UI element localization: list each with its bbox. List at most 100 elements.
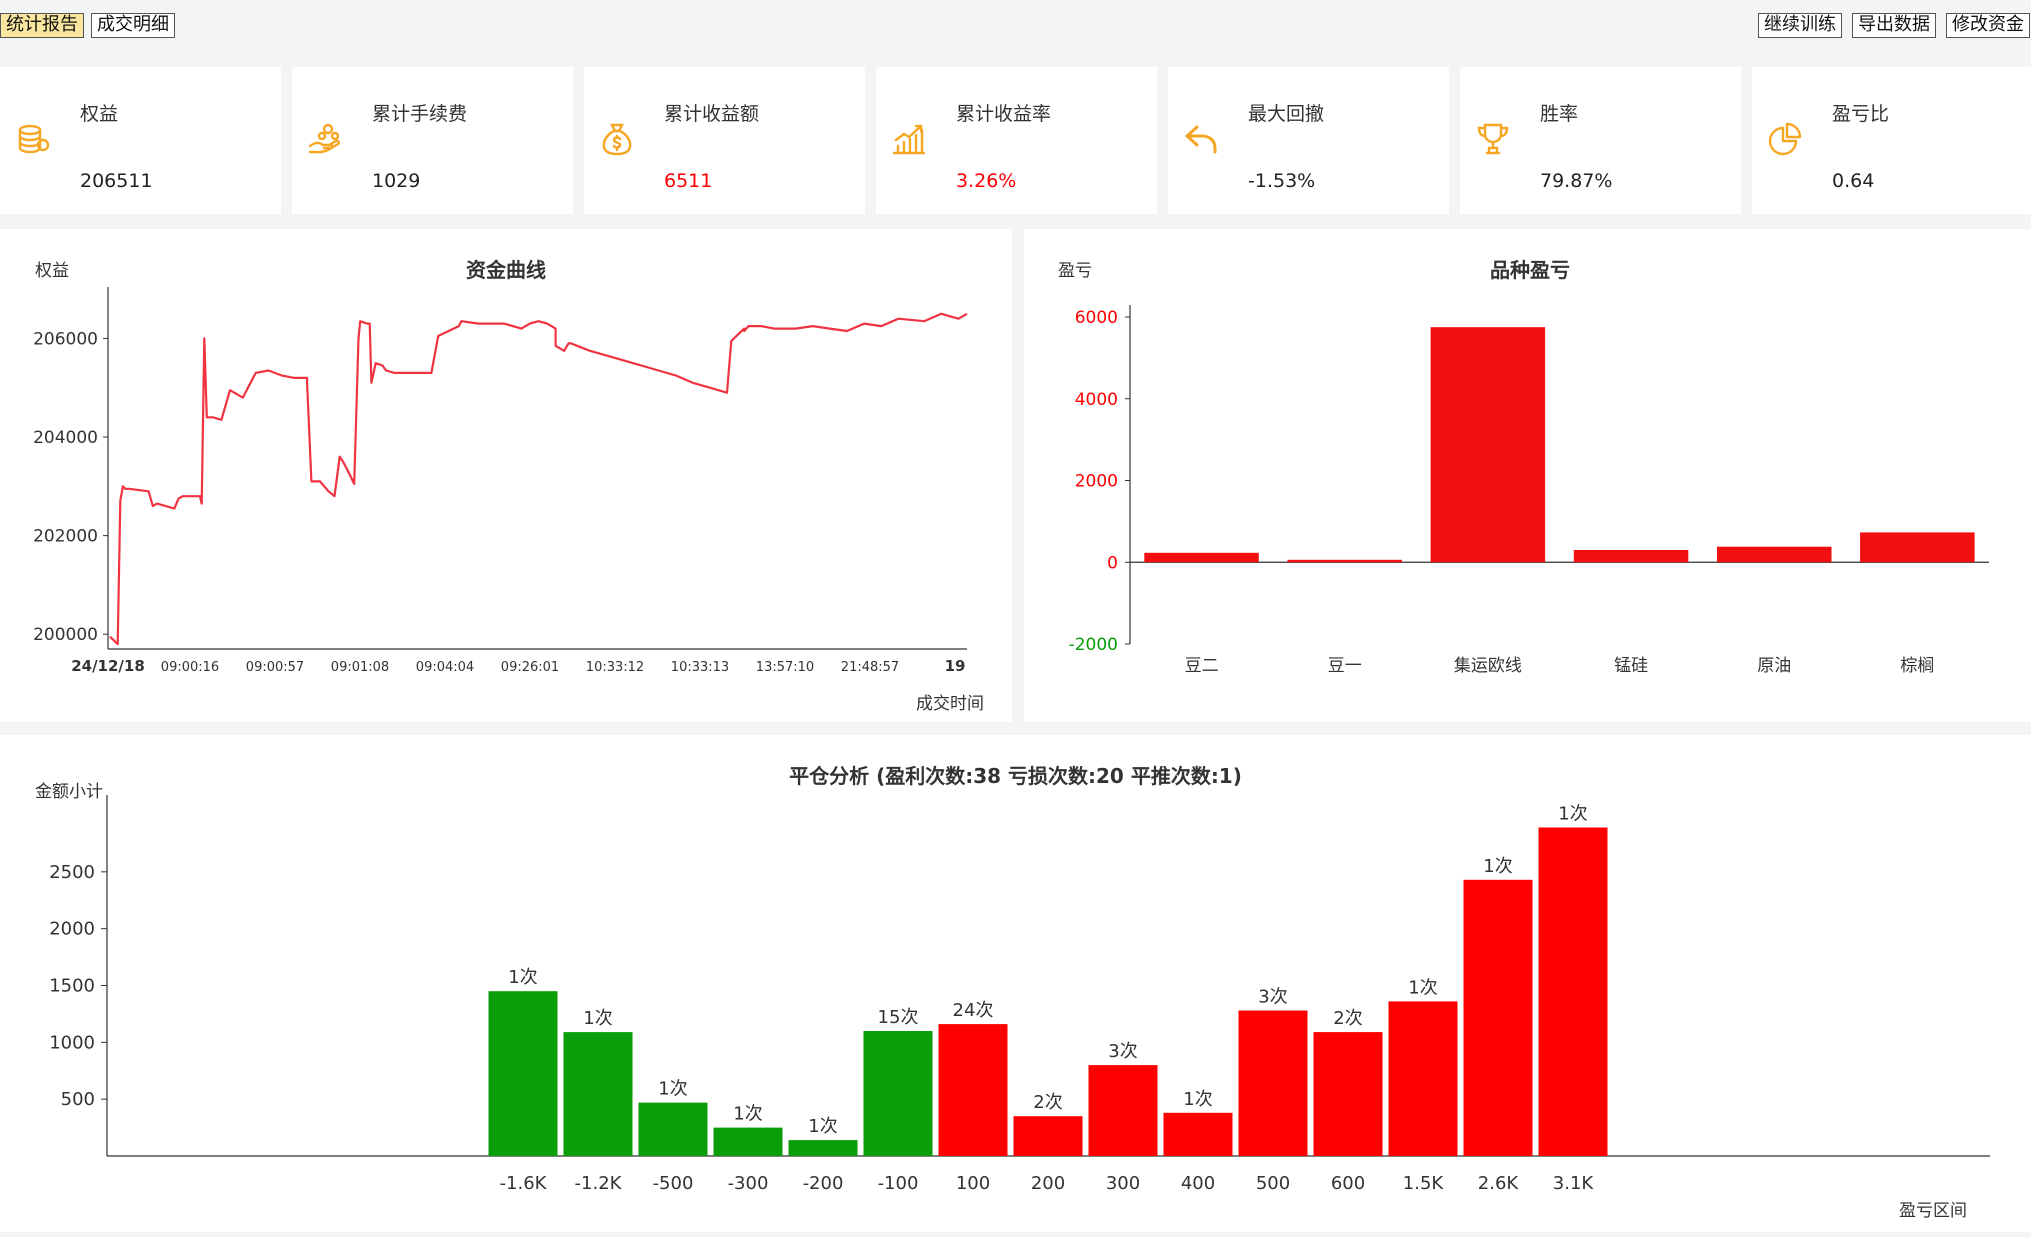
- x-category-label: 2.6K: [1478, 1173, 1520, 1194]
- tab-trade-details[interactable]: 成交明细: [91, 13, 175, 38]
- stat-value: 6511: [664, 170, 713, 192]
- close-range-bar: [1313, 1032, 1383, 1156]
- stat-card-profit-loss-ratio: 盈亏比 0.64: [1752, 67, 2031, 214]
- x-category-label: -200: [803, 1173, 844, 1194]
- bar-count-label: 1次: [733, 1104, 762, 1125]
- x-tick-label: 24/12/18: [71, 657, 145, 675]
- close-range-bar: [713, 1127, 783, 1156]
- x-category-label: 1.5K: [1403, 1173, 1445, 1194]
- variety-bar: [1430, 327, 1546, 563]
- stat-card-total-profit: 累计收益额 6511: [584, 67, 865, 214]
- close-range-bar: [863, 1031, 933, 1156]
- export-data-button[interactable]: 导出数据: [1852, 13, 1936, 38]
- close-range-bar: [938, 1024, 1008, 1156]
- equity-curve-chart: 200000 202000 204000 206000 24/12/18 09:00:16…: [33, 287, 968, 675]
- y-tick-label: 1000: [49, 1032, 95, 1053]
- stat-label: 胜率: [1540, 103, 1579, 125]
- y-tick-label: 200000: [33, 625, 98, 645]
- bar-count-label: 1次: [658, 1079, 687, 1100]
- y-tick-label: -2000: [1069, 635, 1118, 655]
- stat-value: 0.64: [1832, 170, 1875, 192]
- tab-statistics-report[interactable]: 统计报告: [0, 13, 84, 38]
- x-tick-label: 09:01:08: [331, 660, 389, 675]
- variety-bar: [1860, 532, 1975, 563]
- equity-curve-panel: 权益 资金曲线 成交时间 200000 202000 204000 206000 24/…: [0, 229, 1012, 722]
- x-tick-label: 10:33:13: [671, 660, 729, 675]
- stat-label: 最大回撤: [1248, 103, 1325, 125]
- x-category-label: 豆一: [1328, 656, 1362, 676]
- equity-series-line: [109, 312, 968, 646]
- stat-label: 累计收益率: [956, 103, 1052, 125]
- y-tick-label: 2000: [49, 919, 95, 940]
- y-tick-label: 2500: [49, 862, 95, 883]
- toolbar: 统计报告 成交明细 继续训练 导出数据 修改资金: [0, 0, 2031, 48]
- x-category-label: 100: [956, 1173, 990, 1194]
- modify-funds-button[interactable]: 修改资金: [1946, 13, 2030, 38]
- bar-count-label: 1次: [1408, 977, 1437, 998]
- x-category-label: 锰硅: [1614, 656, 1648, 676]
- bar-count-label: 1次: [808, 1116, 837, 1137]
- close-range-bar: [488, 991, 558, 1156]
- x-category-label: 豆二: [1185, 656, 1219, 676]
- x-category-label: 棕榈: [1900, 656, 1934, 676]
- bar-count-label: 15次: [878, 1007, 919, 1028]
- y-tick-label: 1500: [49, 976, 95, 997]
- stats-bar: 权益 206511 累计手续费 1029 累计收益额 6511 累计收益率 3.…: [0, 67, 2031, 214]
- x-tick-label: 09:00:16: [161, 660, 219, 675]
- x-category-label: 集运欧线: [1454, 656, 1522, 676]
- x-category-label: 500: [1256, 1173, 1290, 1194]
- x-category-label: -100: [878, 1173, 919, 1194]
- bar-count-label: 2次: [1033, 1092, 1062, 1113]
- x-tick-label: 21:48:57: [841, 660, 899, 675]
- money-bag-icon: [602, 123, 632, 156]
- x-category-label: 原油: [1757, 656, 1791, 676]
- x-tick-label: 09:26:01: [501, 660, 559, 675]
- x-tick-label: 19: [945, 657, 966, 675]
- stat-value: -1.53%: [1248, 170, 1316, 192]
- x-category-label: 3.1K: [1553, 1173, 1595, 1194]
- stat-value: 79.87%: [1540, 170, 1613, 192]
- bar-count-label: 3次: [1108, 1041, 1137, 1062]
- x-category-label: 400: [1181, 1173, 1215, 1194]
- close-range-bar: [1013, 1116, 1083, 1156]
- variety-bar: [1144, 552, 1259, 563]
- y-tick-label: 206000: [33, 329, 98, 349]
- y-tick-label: 204000: [33, 428, 98, 448]
- hand-coins-icon: [308, 123, 341, 154]
- close-range-bar: [1388, 1001, 1458, 1156]
- trophy-icon: [1477, 123, 1509, 155]
- close-range-bar: [1463, 879, 1533, 1156]
- stat-label: 累计收益额: [664, 103, 760, 125]
- stat-card-return-rate: 累计收益率 3.26%: [876, 67, 1157, 214]
- continue-training-button[interactable]: 继续训练: [1758, 13, 1842, 38]
- stat-card-win-rate: 胜率 79.87%: [1460, 67, 1741, 214]
- bar-count-label: 24次: [953, 1000, 994, 1021]
- bar-count-label: 3次: [1258, 987, 1287, 1008]
- variety-pnl-panel: 盈亏 品种盈亏 -2000 0 2000 4000 6000 豆二 豆一 集运欧线 锰硅 原油 棕榈: [1024, 229, 2031, 722]
- stat-label: 累计手续费: [372, 103, 468, 125]
- x-category-label: 600: [1331, 1173, 1365, 1194]
- close-range-bar: [1088, 1065, 1158, 1156]
- stat-card-max-drawdown: 最大回撤 -1.53%: [1168, 67, 1449, 214]
- variety-bar: [1287, 559, 1402, 563]
- variety-bar: [1717, 546, 1832, 563]
- bar-count-label: 1次: [508, 967, 537, 988]
- pie-chart-icon: [1768, 122, 1802, 156]
- y-tick-label: 202000: [33, 527, 98, 547]
- close-analysis-panel: 金额小计 平仓分析 (盈利次数:38 亏损次数:20 平推次数:1) 盈亏区间 …: [0, 735, 2031, 1232]
- stat-card-equity: 权益 206511: [0, 67, 281, 214]
- close-range-bar: [1538, 827, 1608, 1156]
- stat-value: 206511: [80, 170, 153, 192]
- close-analysis-chart: 500 1000 1500 2000 2500 1次 -1.6K 1次 -1.2K 1次 -500 1…: [49, 795, 1990, 1194]
- stat-label: 盈亏比: [1832, 103, 1890, 125]
- y-tick-label: 6000: [1075, 308, 1118, 328]
- close-range-bar: [1163, 1112, 1233, 1156]
- variety-bar: [1573, 550, 1689, 563]
- bar-count-label: 1次: [583, 1008, 612, 1029]
- variety-pnl-chart: -2000 0 2000 4000 6000 豆二 豆一 集运欧线 锰硅 原油 棕榈: [1069, 305, 1989, 676]
- x-tick-label: 09:00:57: [246, 660, 304, 675]
- x-category-label: -1.2K: [575, 1173, 623, 1194]
- growth-chart-icon: [892, 124, 926, 155]
- x-tick-label: 10:33:12: [586, 660, 644, 675]
- x-category-label: 200: [1031, 1173, 1065, 1194]
